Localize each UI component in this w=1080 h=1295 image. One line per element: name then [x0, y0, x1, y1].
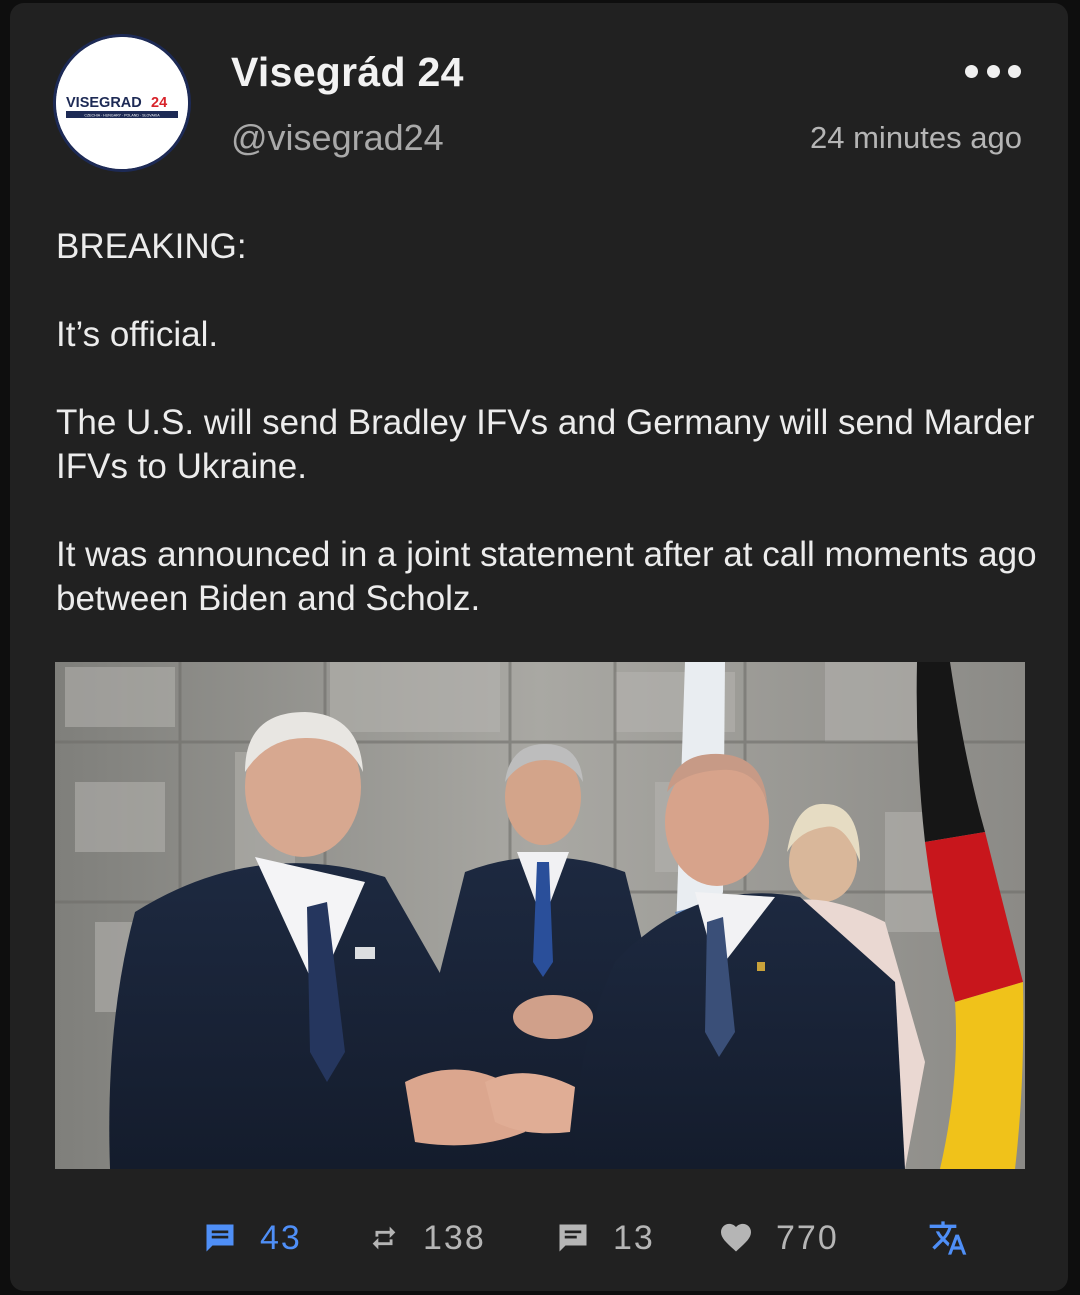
post-card: VISEGRAD 24 CZECHIA · HUNGARY · POLAND ·…	[10, 3, 1068, 1291]
repeat-icon	[372, 1226, 396, 1250]
post-timestamp[interactable]: 24 minutes ago	[810, 120, 1022, 156]
action-bar: 43 138 13 770	[10, 1208, 1068, 1268]
avatar-logo-subtext: CZECHIA · HUNGARY · POLAND · SLOVAKIA	[84, 114, 160, 118]
heart-icon	[721, 1223, 751, 1252]
like-button[interactable]: 770	[718, 1208, 839, 1268]
post-text-line: The U.S. will send Bradley IFVs and Germ…	[56, 403, 1035, 486]
avatar-logo-text: VISEGRAD	[66, 95, 142, 111]
reply-bubble-icon	[206, 1224, 234, 1252]
quote-bubble-icon	[559, 1224, 587, 1252]
reply-count: 43	[260, 1218, 302, 1257]
post-text: BREAKING: It’s official. The U.S. will s…	[56, 225, 1041, 621]
author-display-name[interactable]: Visegrád 24	[231, 49, 464, 96]
author-handle[interactable]: @visegrad24	[231, 117, 444, 159]
reply-button[interactable]: 43	[202, 1208, 302, 1268]
translate-icon	[929, 1221, 967, 1255]
reblog-button[interactable]: 138	[367, 1208, 486, 1268]
translate-button[interactable]	[928, 1208, 968, 1268]
quote-count: 13	[613, 1218, 655, 1257]
avatar[interactable]: VISEGRAD 24 CZECHIA · HUNGARY · POLAND ·…	[56, 37, 188, 169]
post-text-line: It was announced in a joint statement af…	[56, 535, 1037, 618]
post-text-line: BREAKING:	[56, 227, 247, 266]
avatar-logo-number: 24	[151, 95, 167, 111]
more-options-icon[interactable]	[965, 58, 1021, 84]
post-photo[interactable]	[55, 662, 1025, 1169]
post-text-line: It’s official.	[56, 315, 219, 354]
reblog-count: 138	[423, 1218, 486, 1257]
like-count: 770	[776, 1218, 839, 1257]
quote-button[interactable]: 13	[555, 1208, 655, 1268]
